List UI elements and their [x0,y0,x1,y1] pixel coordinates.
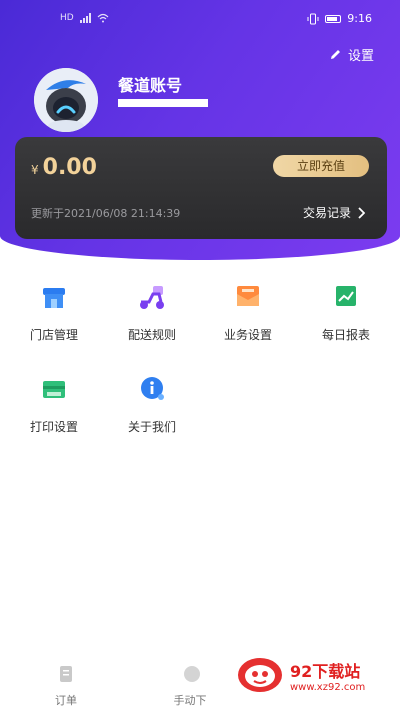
update-time: 更新于2021/06/08 21:14:39 [31,207,181,220]
wifi-icon [97,13,109,23]
vibrate-icon [307,13,319,24]
hd-indicator: HD [60,13,74,23]
wallet-card: ¥ 0.00 立即充值 更新于2021/06/08 21:14:39 交易记录 [15,137,387,239]
printer-icon [43,381,65,398]
pencil-icon [330,50,340,59]
currency-symbol: ¥ [31,163,39,177]
menu-item-business[interactable]: 业务设置 [198,280,298,343]
watermark-logo-icon [238,658,282,692]
delivery-scooter-icon [140,286,164,309]
chevron-right-icon [358,206,365,219]
profile-header: HD 9:16 设置 餐道账号 ¥ 0.00 立即充值 更新于2021/06/0… [0,0,400,260]
status-left: HD [60,13,109,23]
menu-item-store[interactable]: 门店管理 [4,280,104,343]
menu-item-delivery[interactable]: 配送规则 [102,280,202,343]
watermark-title: 92下载站 [290,661,361,681]
order-doc-icon [60,666,72,682]
manual-icon [184,666,200,682]
info-icon [141,377,164,400]
robot-avatar-icon [34,68,98,132]
menu-label: 打印设置 [29,420,78,434]
tab-orders[interactable]: 订单 [6,660,126,708]
mail-settings-icon [237,286,259,306]
menu-item-daily-report[interactable]: 每日报表 [296,280,396,343]
status-bar: HD 9:16 [0,0,400,38]
chart-report-icon [336,286,356,306]
settings-label: 设置 [347,49,374,64]
menu-label: 每日报表 [321,328,370,342]
store-icon [43,288,65,308]
account-name: 餐道账号 [118,76,183,95]
menu-item-print[interactable]: 打印设置 [4,372,104,435]
recharge-button[interactable]: 立即充值 [273,155,369,177]
avatar[interactable] [34,68,98,132]
status-time: 9:16 [347,12,372,25]
trade-records-label: 交易记录 [302,206,351,220]
watermark: 92下载站 www.xz92.com [232,650,390,700]
watermark-url: www.xz92.com [290,681,366,693]
balance-amount: 0.00 [42,155,97,180]
settings-button[interactable]: 设置 [329,45,374,64]
menu-label: 关于我们 [127,420,176,434]
account-id-redacted [118,99,208,107]
status-right: 9:16 [307,12,372,25]
signal-icon [79,13,91,23]
menu-item-about[interactable]: 关于我们 [102,372,202,435]
balance: ¥ 0.00 [31,155,97,180]
battery-icon [325,14,342,23]
menu-label: 业务设置 [223,328,272,342]
menu-label: 配送规则 [127,328,176,342]
trade-records-link[interactable]: 交易记录 [303,204,365,221]
watermark-text: 92下载站 www.xz92.com [290,658,365,693]
tab-label: 订单 [55,694,77,707]
menu-label: 门店管理 [29,328,78,342]
